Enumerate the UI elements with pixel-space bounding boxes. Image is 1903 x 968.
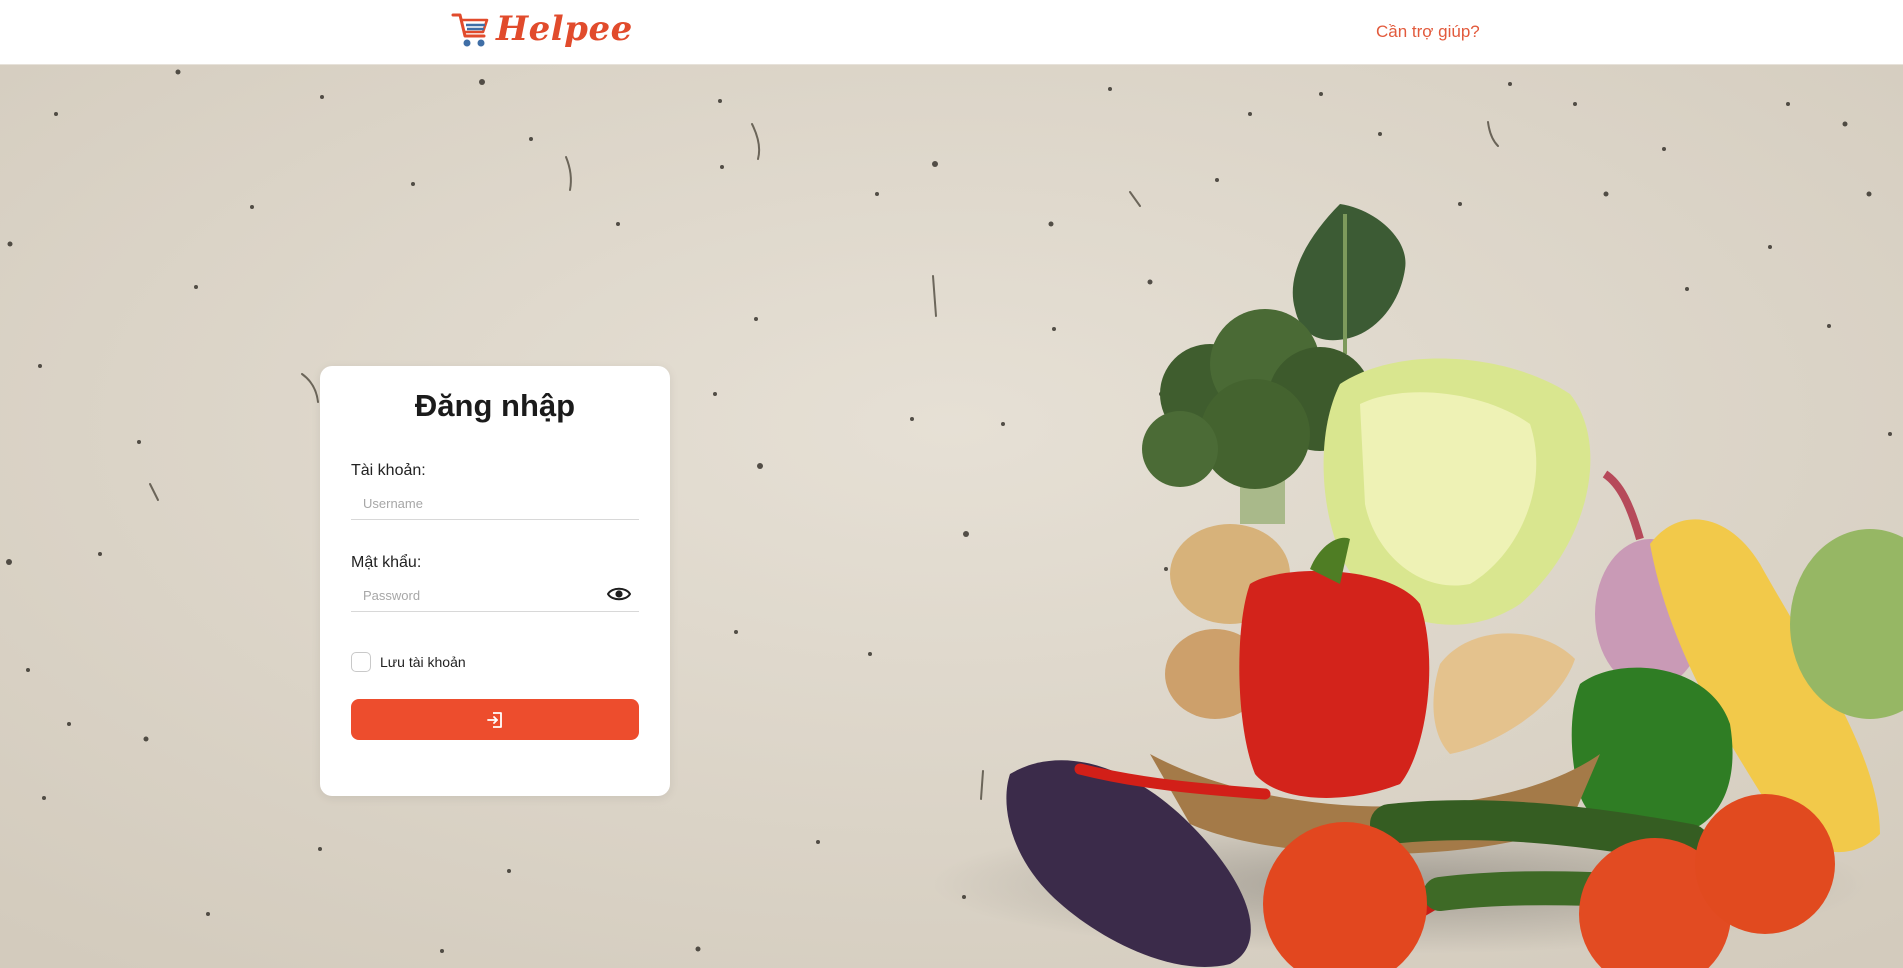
username-label: Tài khoản: [351, 462, 426, 479]
password-input[interactable] [351, 580, 639, 612]
password-label: Mật khẩu: [351, 554, 422, 571]
login-card: Đăng nhập Tài khoản: Mật khẩu: Lưu tài k… [320, 366, 670, 796]
sign-in-icon [487, 711, 502, 728]
eye-icon[interactable] [606, 584, 632, 604]
username-input[interactable] [351, 488, 639, 520]
help-link[interactable]: Cần trợ giúp? [1376, 22, 1480, 42]
top-navbar: Helpee Cần trợ giúp? [0, 0, 1903, 65]
remember-account-toggle[interactable]: Lưu tài khoản [351, 652, 466, 672]
shopping-cart-icon [451, 13, 489, 47]
login-button[interactable] [351, 699, 639, 740]
brand-name: Helpee [496, 9, 633, 49]
remember-checkbox[interactable] [351, 652, 371, 672]
login-title: Đăng nhập [414, 388, 576, 423]
remember-label: Lưu tài khoản [380, 654, 466, 670]
vegetable-basket-illustration [930, 204, 1903, 968]
hero-background: Đăng nhập Tài khoản: Mật khẩu: Lưu tài k… [0, 64, 1903, 968]
brand-logo[interactable]: Helpee [450, 8, 633, 50]
